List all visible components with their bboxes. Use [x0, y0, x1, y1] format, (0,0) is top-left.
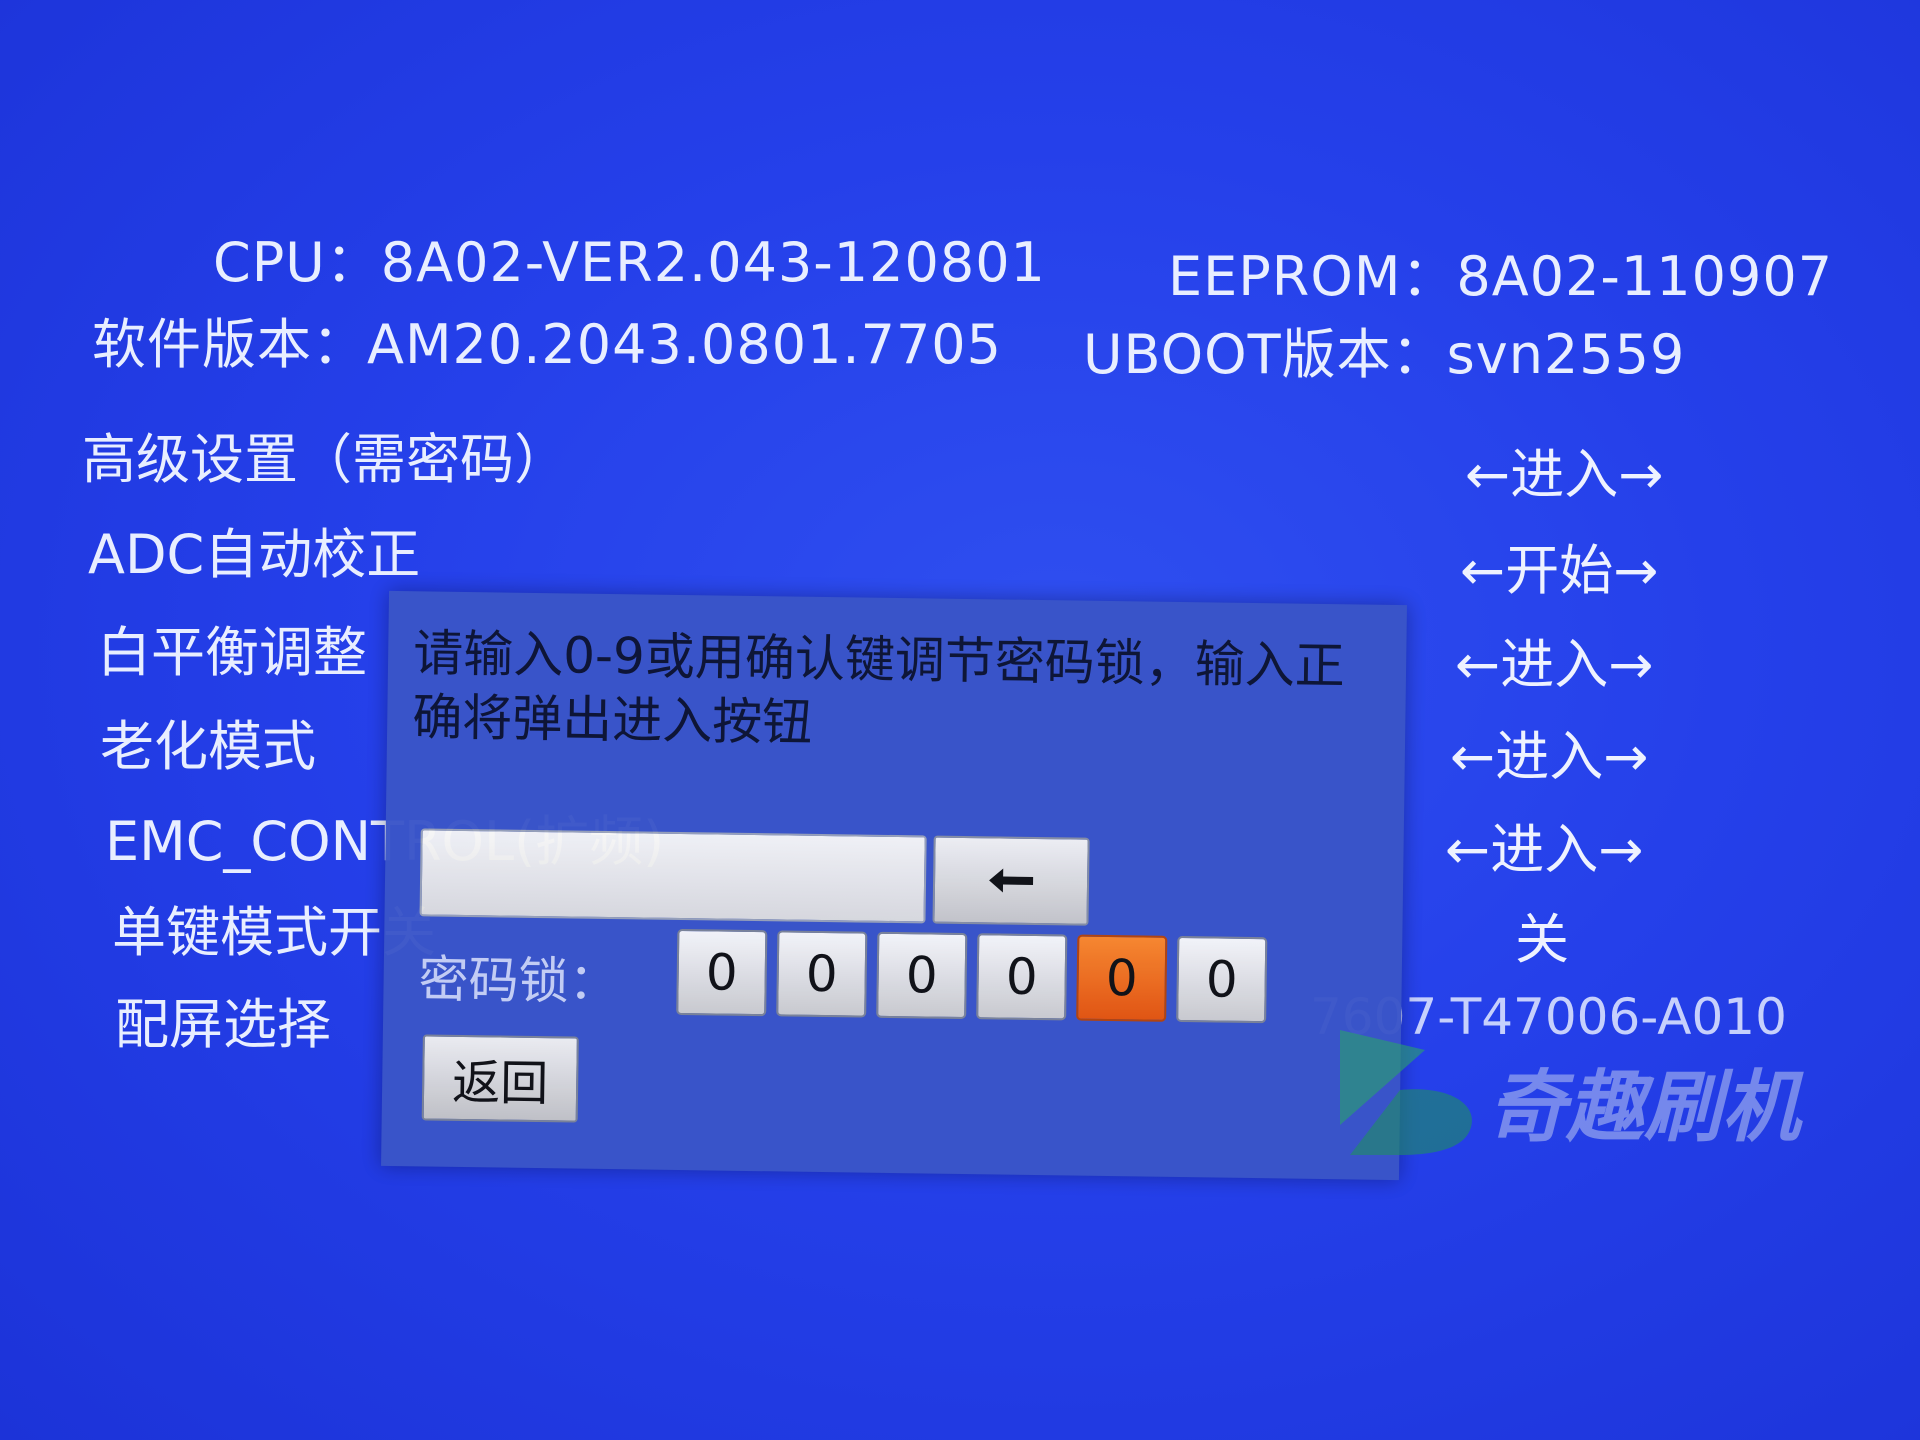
- lock-digit-6[interactable]: 0: [1176, 935, 1268, 1024]
- software-version: 软件版本：AM20.2043.0801.7705: [92, 313, 1003, 376]
- lock-digit-5-active[interactable]: 0: [1076, 934, 1168, 1022]
- menu-value-emc-control[interactable]: ←进入→: [1445, 805, 1644, 884]
- menu-item-advanced-settings[interactable]: 高级设置（需密码）: [82, 415, 568, 494]
- menu-value-advanced-settings[interactable]: ←进入→: [1465, 430, 1664, 509]
- menu-item-adc-calibration[interactable]: ADC自动校正: [88, 510, 420, 589]
- menu-item-panel-select[interactable]: 配屏选择: [115, 980, 331, 1059]
- password-dialog: 请输入0-9或用确认键调节密码锁，输入正确将弹出进入按钮 密码锁： 0 0 0 …: [381, 590, 1407, 1181]
- menu-value-single-key-mode[interactable]: 关: [1515, 895, 1569, 974]
- menu-item-aging-mode[interactable]: 老化模式: [100, 702, 316, 781]
- uboot-version: UBOOT版本：svn2559: [1083, 323, 1686, 386]
- backspace-button[interactable]: [932, 835, 1090, 926]
- arrow-left-icon: [989, 868, 1034, 893]
- lock-digit-2[interactable]: 0: [776, 930, 868, 1018]
- return-button[interactable]: 返回: [421, 1034, 579, 1123]
- password-lock-label: 密码锁：: [418, 950, 620, 1012]
- lock-digit-4[interactable]: 0: [976, 933, 1068, 1021]
- eeprom-version: EEPROM：8A02-110907: [1168, 245, 1834, 308]
- lock-digit-3[interactable]: 0: [876, 931, 968, 1020]
- b-logo-icon: [1340, 1030, 1472, 1155]
- menu-item-white-balance[interactable]: 白平衡调整: [97, 608, 367, 687]
- password-input[interactable]: [419, 828, 927, 924]
- lock-digit-1[interactable]: 0: [676, 928, 768, 1017]
- watermark-text: 奇趣刷机: [1488, 1063, 1801, 1153]
- menu-value-white-balance[interactable]: ←进入→: [1455, 620, 1654, 699]
- cpu-version: CPU：8A02-VER2.043-120801: [213, 231, 1046, 294]
- menu-value-aging-mode[interactable]: ←进入→: [1450, 712, 1649, 791]
- dialog-message: 请输入0-9或用确认键调节密码锁，输入正确将弹出进入按钮: [411, 624, 1346, 752]
- menu-value-adc-calibration[interactable]: ←开始→: [1460, 526, 1659, 605]
